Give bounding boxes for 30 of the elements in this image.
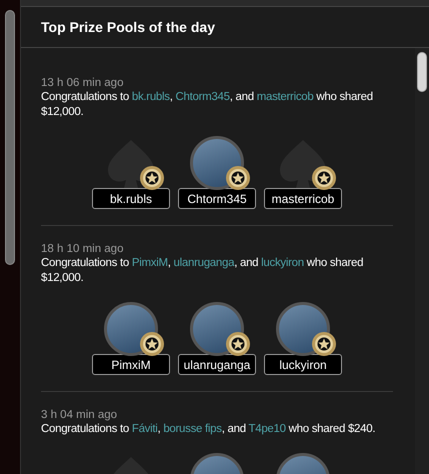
player-link[interactable]: masterricob bbox=[256, 91, 314, 103]
player-link[interactable]: luckyiron bbox=[261, 257, 304, 269]
star-badge-icon bbox=[224, 164, 252, 192]
player-link[interactable]: borusse fips bbox=[163, 423, 222, 435]
time-ago: 3 h 04 min ago bbox=[41, 408, 118, 422]
player-link[interactable]: Fáviti bbox=[132, 423, 158, 435]
player-name-label: bk.rubls bbox=[92, 188, 170, 209]
player-name-label: ulanruganga bbox=[178, 354, 256, 375]
scrollbar[interactable] bbox=[417, 52, 427, 92]
player-name-label: masterricob bbox=[264, 188, 342, 209]
panel-title: Top Prize Pools of the day bbox=[41, 18, 215, 37]
time-ago: 13 h 06 min ago bbox=[41, 76, 124, 90]
player-link[interactable]: bk.rubls bbox=[132, 91, 170, 103]
player-link[interactable]: ulanruganga bbox=[174, 257, 234, 269]
scrollbar[interactable] bbox=[5, 10, 15, 265]
star-badge-icon bbox=[138, 330, 166, 358]
player-name-label: PimxiM bbox=[92, 354, 170, 375]
star-badge-icon bbox=[224, 330, 252, 358]
player-name-label: Chtorm345 bbox=[178, 188, 256, 209]
congratulations-message: Congratulations to Fáviti, borusse fips, and T4pe10 who shared $240. bbox=[41, 422, 376, 437]
time-ago: 18 h 10 min ago bbox=[41, 242, 124, 256]
player-link[interactable]: Chtorm345 bbox=[176, 91, 230, 103]
player-link[interactable]: T4pe10 bbox=[248, 423, 286, 435]
player-link[interactable]: PimxiM bbox=[132, 257, 168, 269]
congratulations-message: Congratulations to PimxiM, ulanruganga, and luckyiron who shared $12,000. bbox=[41, 256, 364, 286]
player-name-label: luckyiron bbox=[264, 354, 342, 375]
star-badge-icon bbox=[310, 330, 338, 358]
star-badge-icon bbox=[138, 164, 166, 192]
star-badge-icon bbox=[310, 164, 338, 192]
congratulations-message: Congratulations to bk.rubls, Chtorm345, and masterricob who shared $12,000. bbox=[41, 90, 374, 120]
